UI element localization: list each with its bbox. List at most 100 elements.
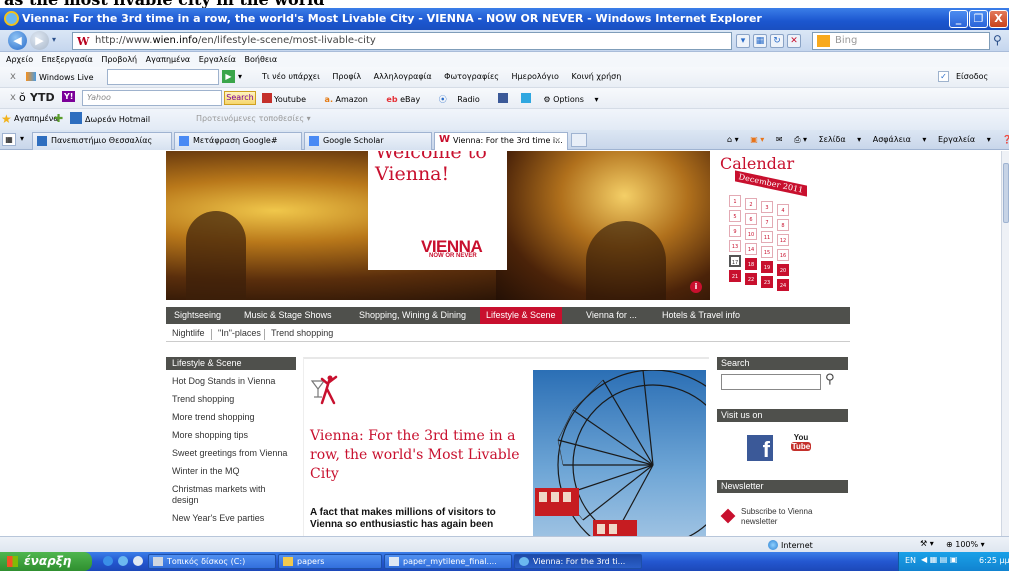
quicklaunch-icon[interactable]	[133, 556, 143, 566]
ie-quicklaunch-icon[interactable]	[118, 556, 128, 566]
link-calendar[interactable]: Ημερολόγιο	[512, 72, 559, 81]
newsletter-link[interactable]: Subscribe to Vienna newsletter	[741, 507, 841, 527]
ebay-link[interactable]: eb eBay	[386, 95, 428, 104]
link-whats-new[interactable]: Τι νέο υπάρχει	[262, 72, 320, 81]
show-desktop-icon[interactable]	[103, 556, 113, 566]
calendar-day[interactable]: 4	[777, 204, 789, 216]
amazon-link[interactable]: a. Amazon	[325, 95, 376, 104]
site-search-input[interactable]	[721, 374, 821, 390]
taskbar-papers[interactable]: papers	[278, 554, 382, 569]
tab-list-dropdown-icon[interactable]: ▾	[20, 134, 24, 143]
calendar-day[interactable]: 1	[729, 195, 741, 207]
menu-help[interactable]: Βοήθεια	[244, 55, 277, 64]
sidebar-item-new-years-eve[interactable]: New Year's Eve parties	[166, 513, 296, 524]
forward-button[interactable]: ▶	[30, 31, 49, 50]
sidebar-item-more-trend[interactable]: More trend shopping	[166, 412, 296, 423]
nav-music-stage[interactable]: Music & Stage Shows	[238, 307, 338, 324]
link-profile[interactable]: Προφίλ	[332, 72, 361, 81]
calendar-day[interactable]: 3	[761, 201, 773, 213]
facebook-icon[interactable]: f	[747, 435, 773, 462]
link-mail[interactable]: Αλληλογραφία	[374, 72, 432, 81]
address-input[interactable]: W http://www.wien.info/en/lifestyle-scen…	[72, 32, 732, 50]
sidebar-item-sweet-greetings[interactable]: Sweet greetings from Vienna	[166, 448, 296, 459]
scrollbar-thumb[interactable]	[1003, 163, 1009, 223]
calendar-day[interactable]: 6	[745, 213, 757, 225]
stop-icon[interactable]: ✕	[787, 34, 801, 48]
sidebar-item-trend-shopping[interactable]: Trend shopping	[166, 394, 296, 405]
messenger-checkbox[interactable]: ✓	[938, 71, 949, 82]
calendar-day[interactable]: 20	[777, 264, 789, 276]
subnav-in-places[interactable]: "In"-places	[218, 328, 261, 338]
nav-hotels-travel[interactable]: Hotels & Travel info	[656, 307, 746, 324]
calendar-day[interactable]: 13	[729, 240, 741, 252]
taskbar-local-disk[interactable]: Τοπικός δίσκος (C:)	[148, 554, 276, 569]
tab-vienna[interactable]: W Vienna: For the 3rd time i... ✕	[434, 132, 568, 150]
menu-file[interactable]: Αρχείο	[6, 55, 33, 64]
back-button[interactable]: ◀	[8, 31, 27, 50]
calendar-day[interactable]: 14	[745, 243, 757, 255]
nav-sightseeing[interactable]: Sightseeing	[168, 307, 227, 324]
yahoo-search-button[interactable]: Search	[224, 91, 256, 105]
windows-live-search-input[interactable]	[107, 69, 219, 85]
help-icon[interactable]: ❓ ▾	[1002, 135, 1009, 144]
close-toolbar-icon[interactable]: x	[10, 71, 16, 82]
radio-link[interactable]: ⦿ Radio	[439, 95, 488, 104]
dropdown-icon[interactable]: ▾	[238, 72, 242, 81]
safety-menu[interactable]: Ασφάλεια ▾	[873, 135, 927, 144]
feeds-icon[interactable]: ▣ ▾	[750, 135, 764, 144]
calendar-day[interactable]: 9	[729, 225, 741, 237]
search-input[interactable]: Bing	[812, 32, 990, 50]
language-indicator[interactable]: EN	[905, 556, 916, 565]
calendar-day[interactable]: 16	[777, 249, 789, 261]
sidebar-item-christmas-markets[interactable]: Christmas markets with design	[166, 484, 276, 506]
link-photos[interactable]: Φωτογραφίες	[444, 72, 499, 81]
protected-mode-icon[interactable]: ⚒ ▾	[920, 539, 934, 548]
add-favorite-icon[interactable]: ✚	[54, 112, 63, 125]
tab-university[interactable]: Πανεπιστήμιο Θεσσαλίας	[32, 132, 172, 150]
suggested-sites-link[interactable]: Προτεινόμενες τοποθεσίες ▾	[196, 114, 311, 123]
options-link[interactable]: ⚙ Options ▾	[543, 95, 598, 104]
twitter-icon[interactable]	[520, 93, 533, 104]
close-button[interactable]: X	[989, 10, 1008, 28]
subnav-trend-shopping[interactable]: Trend shopping	[271, 328, 333, 338]
site-search-icon[interactable]: ⚲	[825, 372, 835, 387]
page-menu[interactable]: Σελίδα ▾	[819, 135, 862, 144]
calendar-day[interactable]: 15	[761, 246, 773, 258]
vertical-scrollbar[interactable]	[1001, 151, 1009, 536]
hotmail-link[interactable]: Δωρεάν Hotmail	[70, 112, 150, 124]
close-tab-icon[interactable]: ✕	[554, 133, 561, 149]
start-button[interactable]: έναρξη	[0, 552, 92, 571]
refresh-icon[interactable]: ↻	[770, 34, 784, 48]
menu-view[interactable]: Προβολή	[101, 55, 137, 64]
youtube-icon[interactable]: You Tube	[791, 433, 811, 459]
sidebar-item-hot-dog[interactable]: Hot Dog Stands in Vienna	[166, 376, 296, 387]
calendar-day[interactable]: 24	[777, 279, 789, 291]
taskbar-vienna[interactable]: Vienna: For the 3rd ti...	[514, 554, 642, 569]
calendar-day[interactable]: 17	[729, 255, 741, 267]
subnav-nightlife[interactable]: Nightlife	[172, 328, 205, 338]
restore-button[interactable]: ❐	[969, 10, 988, 28]
dropdown-icon[interactable]: ▾	[736, 34, 750, 48]
home-icon[interactable]: ⌂ ▾	[727, 135, 739, 144]
calendar-day[interactable]: 23	[761, 276, 773, 288]
history-dropdown-icon[interactable]: ▾	[52, 35, 56, 44]
search-icon[interactable]: ⚲	[993, 33, 1002, 47]
favorites-star-icon[interactable]: ★	[1, 112, 12, 126]
menu-favorites[interactable]: Αγαπημένα	[146, 55, 191, 64]
compat-view-icon[interactable]: ▦	[753, 34, 767, 48]
calendar-day[interactable]: 5	[729, 210, 741, 222]
close-toolbar-icon[interactable]: x	[10, 92, 16, 103]
youtube-link[interactable]: Youtube	[262, 93, 314, 104]
calendar-widget[interactable]: Calendar December 2011 1 2 3 4 5 6 7 8 9 10 11 12 13…	[715, 151, 825, 300]
calendar-day[interactable]: 18	[745, 258, 757, 270]
new-tab-button[interactable]	[571, 133, 587, 147]
info-icon[interactable]: i	[690, 281, 702, 293]
favorites-button[interactable]: Αγαπημένα	[14, 114, 59, 123]
calendar-day[interactable]: 19	[761, 261, 773, 273]
yahoo-search-input[interactable]: Yahoo	[82, 90, 222, 106]
menu-tools[interactable]: Εργαλεία	[199, 55, 236, 64]
facebook-icon[interactable]	[498, 93, 510, 104]
calendar-day[interactable]: 11	[761, 231, 773, 243]
calendar-day[interactable]: 22	[745, 273, 757, 285]
taskbar-paper-mytilene[interactable]: paper_mytilene_final....	[384, 554, 512, 569]
